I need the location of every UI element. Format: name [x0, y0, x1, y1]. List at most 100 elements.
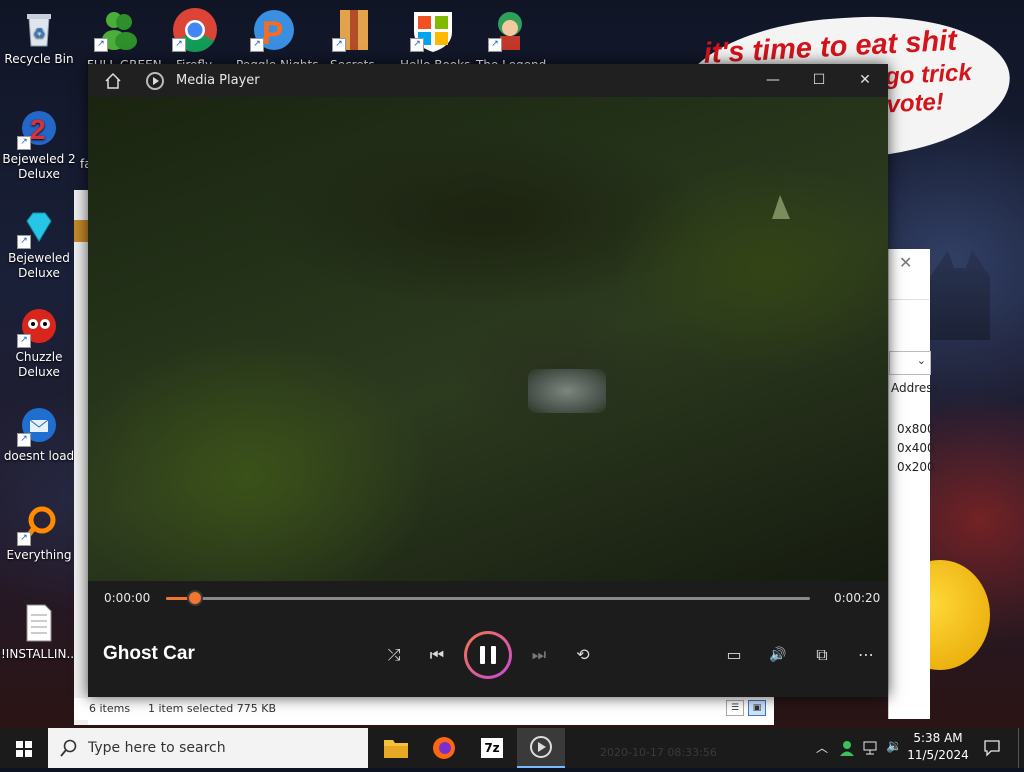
desktop-icon-label: Recycle Bin [4, 52, 74, 66]
dialog-dropdown[interactable]: ⌄ [889, 351, 931, 375]
taskbar-media-player[interactable] [517, 728, 565, 768]
address-column-header[interactable]: Address [891, 381, 939, 395]
network-icon[interactable] [862, 739, 880, 757]
more-options-button[interactable]: ⋯ [852, 641, 880, 669]
desktop-icon-bejeweled-2[interactable]: 2 ↗ Bejeweled 2 Deluxe [1, 108, 77, 182]
media-player-titlebar[interactable]: Media Player — ☐ ✕ [88, 64, 888, 97]
pause-button[interactable] [464, 631, 512, 679]
media-player-icon [530, 736, 552, 758]
video-frame-figure [772, 195, 790, 219]
previous-icon: ⏮ [429, 645, 445, 664]
magnifier-icon: ↗ [17, 504, 59, 546]
shuffle-button[interactable]: ⤮ [380, 641, 408, 669]
desktop-icon-legend[interactable]: ↗ [486, 6, 536, 52]
maximize-button[interactable]: ☐ [796, 64, 842, 97]
volume-icon: 🔊 [769, 647, 787, 663]
recycle-bin-icon: ♻ [19, 8, 59, 48]
bejeweled-2-icon: 2 ↗ [17, 108, 59, 150]
repeat-button[interactable]: ⟲ [569, 641, 597, 669]
explorer-folder-strip [74, 220, 88, 242]
previous-button[interactable]: ⏮ [423, 641, 451, 669]
repeat-icon: ⟲ [576, 645, 590, 664]
more-icon: ⋯ [858, 645, 874, 664]
clock-date: 11/5/2024 [907, 748, 969, 762]
dialog-divider [889, 299, 929, 300]
explorer-side-strip [74, 190, 88, 725]
media-player-app-icon [146, 72, 164, 90]
desktop-icon-label: Chuzzle Deluxe [15, 350, 63, 379]
taskbar: Type here to search 2020-10-17 08:33:56 … [0, 728, 1024, 768]
home-icon[interactable] [104, 72, 122, 90]
media-player-window[interactable]: Media Player — ☐ ✕ 0:00:00 0:00:20 Ghost… [88, 64, 888, 697]
chevron-down-icon: ⌄ [916, 354, 926, 367]
desktop-icon-label: !INSTALLIN... [1, 647, 78, 661]
svg-text:2: 2 [30, 114, 46, 145]
desktop-icon-recycle-bin[interactable]: ♻ Recycle Bin [1, 8, 77, 67]
volume-tray-icon[interactable]: 🔉 [886, 739, 902, 754]
captions-icon: ▭ [726, 645, 742, 664]
address-value: 0x400 [897, 441, 935, 455]
track-title: Ghost Car [103, 643, 195, 664]
show-desktop-button[interactable] [1018, 728, 1024, 768]
window-title: Media Player [176, 73, 260, 88]
seven-zip-icon: 7z [481, 738, 503, 758]
desktop-icon-label: Everything [6, 548, 72, 562]
shuffle-icon: ⤮ [387, 645, 401, 664]
taskbar-ghost-text: 2020-10-17 08:33:56 [600, 746, 717, 759]
taskbar-clock[interactable]: 5:38 AM 11/5/2024 [906, 730, 970, 764]
close-button[interactable]: ✕ [842, 64, 888, 97]
firefox-icon [433, 737, 455, 759]
explorer-status-bar: 6 items 1 item selected 775 KB ☰ ▣ [74, 698, 774, 720]
video-surface[interactable] [88, 97, 888, 581]
desktop-icon-bejeweled[interactable]: ↗ Bejeweled Deluxe [1, 207, 77, 281]
seek-bar-thumb[interactable] [186, 590, 203, 606]
desktop-icon-everything[interactable]: ↗ Everything [1, 504, 77, 563]
start-button[interactable] [0, 728, 48, 768]
windows-logo-icon [16, 741, 32, 757]
seek-bar[interactable] [166, 590, 810, 606]
next-button[interactable]: ⏭ [525, 641, 553, 669]
svg-text:♻: ♻ [33, 26, 46, 42]
svg-text:P: P [262, 15, 283, 51]
chuzzle-icon: ↗ [17, 306, 59, 348]
address-value: 0x200 [897, 460, 935, 474]
thunderbird-icon: ↗ [17, 405, 59, 447]
desktop-icon-chrome[interactable]: ↗ [170, 6, 220, 52]
folder-icon [384, 740, 408, 758]
current-time: 0:00:00 [104, 591, 151, 605]
status-item-count: 6 items [89, 702, 131, 715]
dialog-close-icon[interactable]: ✕ [899, 253, 912, 272]
desktop-icon-label: doesnt load [3, 449, 75, 463]
background-dialog-window[interactable]: ✕ ⌄ Address 0x800 0x400 0x200 [888, 249, 939, 719]
desktop-icon-peggle[interactable]: P ↗ [248, 6, 298, 52]
minimize-button[interactable]: — [750, 64, 796, 97]
taskbar-firefox[interactable] [420, 728, 468, 768]
pause-icon [480, 646, 485, 664]
search-placeholder: Type here to search [88, 740, 226, 756]
next-icon: ⏭ [531, 645, 547, 664]
total-time: 0:00:20 [834, 591, 881, 605]
desktop-icon-label: Bejeweled 2 Deluxe [2, 152, 76, 181]
desktop-icon-chuzzle[interactable]: ↗ Chuzzle Deluxe [1, 306, 77, 380]
tray-user-icon[interactable] [838, 739, 856, 757]
desktop-icon-thunderbird[interactable]: ↗ doesnt load [1, 405, 77, 464]
taskbar-search-box[interactable]: Type here to search [48, 728, 368, 768]
miniplayer-icon: ⧉ [816, 645, 828, 664]
address-value: 0x800 [897, 422, 935, 436]
captions-button[interactable]: ▭ [720, 641, 748, 669]
large-icons-view-icon[interactable]: ▣ [748, 700, 766, 716]
clock-time: 5:38 AM [913, 731, 963, 745]
miniplayer-button[interactable]: ⧉ [808, 641, 836, 669]
desktop-icon-windows[interactable]: ↗ [408, 6, 458, 52]
desktop-icon-msn[interactable]: ↗ [92, 6, 142, 52]
desktop-icon-label: Bejeweled Deluxe [8, 251, 70, 280]
volume-button[interactable]: 🔊 [764, 641, 792, 669]
video-frame-car [528, 369, 606, 413]
notification-center-icon[interactable] [983, 739, 1001, 757]
desktop-icon-secrets[interactable]: ↗ [330, 6, 380, 52]
taskbar-file-explorer[interactable] [372, 728, 420, 768]
taskbar-7zip[interactable]: 7z [468, 728, 516, 768]
desktop-icon-installing-txt[interactable]: !INSTALLIN... [1, 603, 78, 662]
tray-overflow-chevron-icon[interactable]: ︿ [816, 739, 828, 756]
details-view-icon[interactable]: ☰ [726, 700, 744, 716]
